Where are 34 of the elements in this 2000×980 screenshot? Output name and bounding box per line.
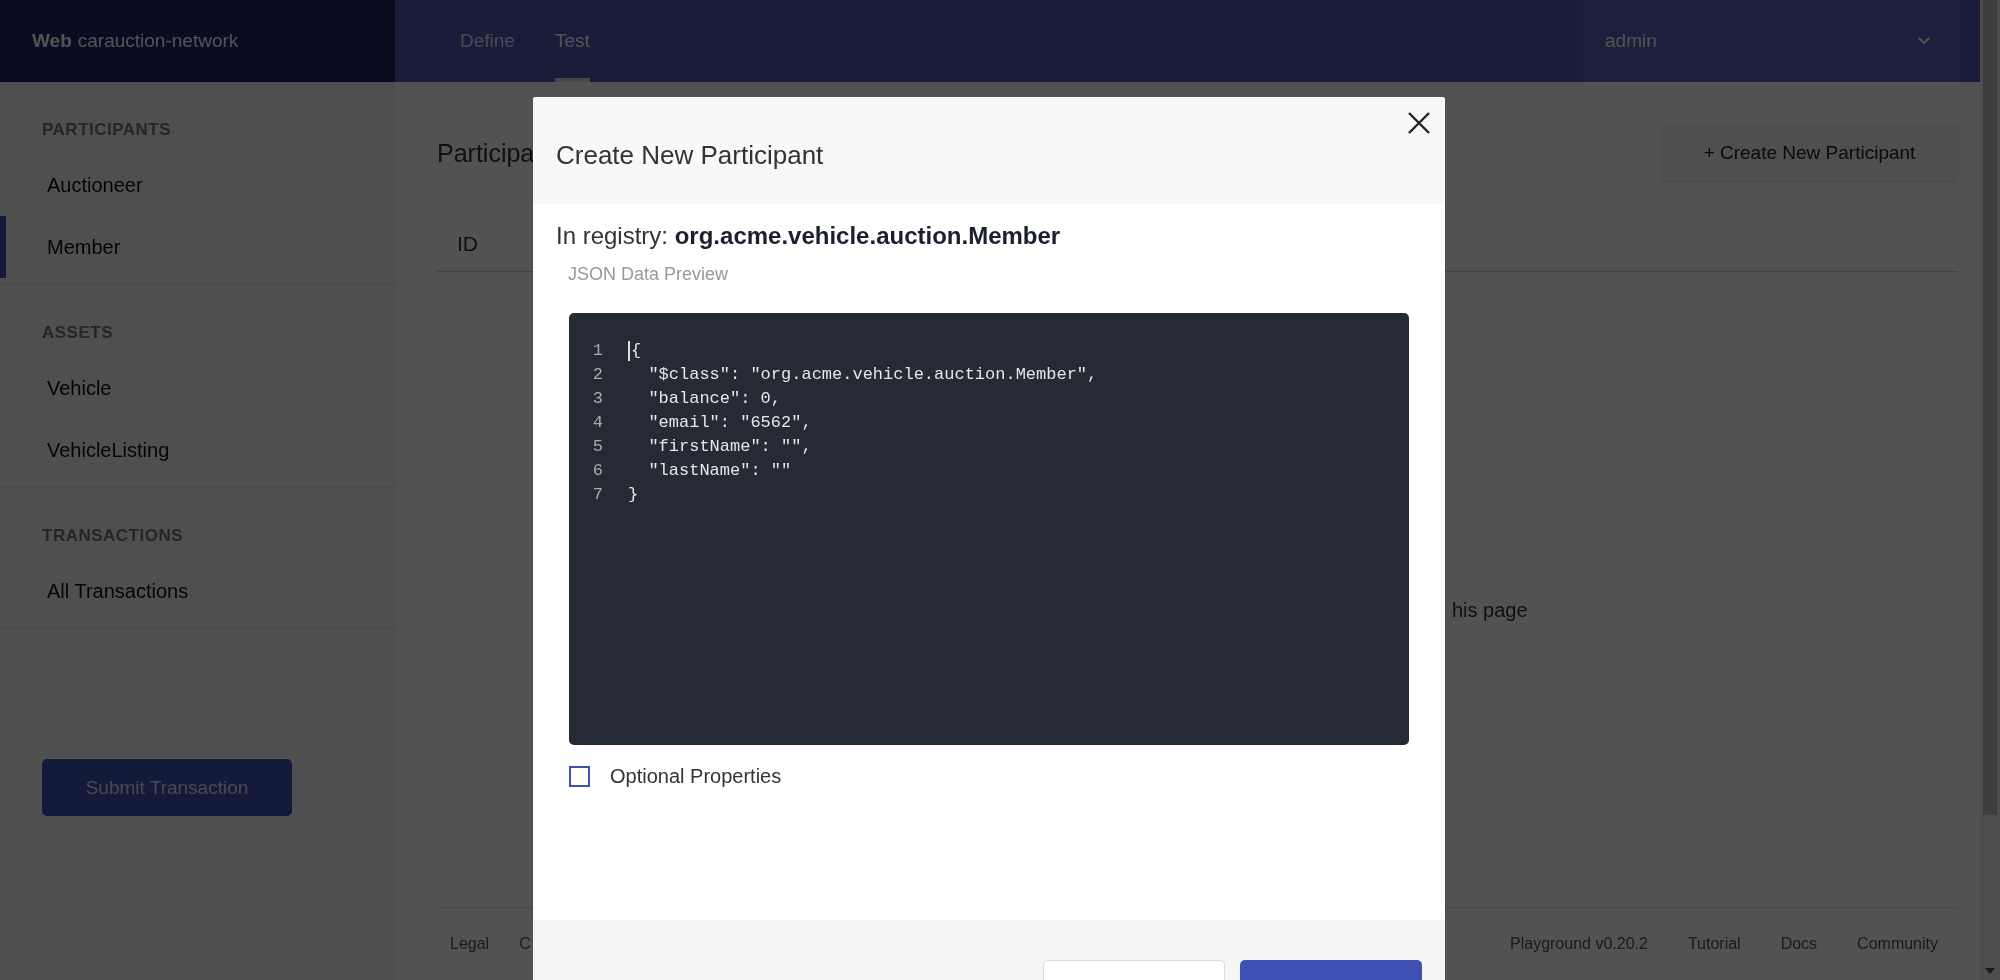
checkbox[interactable] bbox=[569, 766, 590, 787]
preview-label: JSON Data Preview bbox=[568, 264, 730, 285]
scroll-down-icon[interactable] bbox=[1985, 968, 1995, 974]
sidebar-item[interactable]: Vehicle bbox=[0, 357, 394, 419]
empty-message: his page bbox=[1452, 599, 1528, 621]
checkbox-label: Optional Properties bbox=[610, 765, 782, 788]
line-number: 4 bbox=[591, 412, 603, 434]
registry-label: In registry: org.acme.vehicle.auction.Member bbox=[556, 222, 1062, 250]
app-title: Web carauction-network bbox=[0, 0, 395, 82]
close-icon[interactable] bbox=[1407, 111, 1431, 135]
line-number: 3 bbox=[591, 388, 603, 410]
code-line: "balance": 0, bbox=[647, 388, 782, 410]
page-title: Participa bbox=[437, 138, 535, 168]
text-cursor bbox=[628, 341, 630, 361]
code-editor[interactable]: 1 { 2 "$class": "org.acme.vehicle.auction.Member", 3 "balance": 0, 4 "email": "6562", 5 "firstName": "", 6 "lastName": "" 7 } bbox=[569, 313, 1409, 745]
code-line: } bbox=[628, 484, 639, 506]
chevron-down-icon bbox=[1918, 37, 1930, 45]
create-participant-button[interactable]: + Create New Participant bbox=[1661, 125, 1958, 181]
cancel-button[interactable] bbox=[1043, 960, 1225, 980]
line-number: 2 bbox=[591, 364, 603, 386]
sidebar-item[interactable]: VehicleListing bbox=[0, 419, 394, 481]
line-number: 1 bbox=[591, 340, 603, 362]
column-header: ID bbox=[457, 232, 478, 256]
code-line: "$class": "org.acme.vehicle.auction.Member", bbox=[647, 364, 1098, 386]
code-line: "lastName": "" bbox=[647, 460, 792, 482]
code-line: { bbox=[631, 340, 642, 362]
code-line: "email": "6562", bbox=[647, 412, 812, 434]
line-number: 5 bbox=[591, 436, 603, 458]
line-number: 6 bbox=[591, 460, 603, 482]
sidebar-item[interactable]: Auctioneer bbox=[0, 154, 394, 216]
code-line: "firstName": "", bbox=[647, 436, 812, 458]
sidebar-item[interactable]: All Transactions bbox=[0, 560, 394, 622]
line-number: 7 bbox=[591, 484, 603, 506]
modal-title: Create New Participant bbox=[556, 139, 824, 171]
